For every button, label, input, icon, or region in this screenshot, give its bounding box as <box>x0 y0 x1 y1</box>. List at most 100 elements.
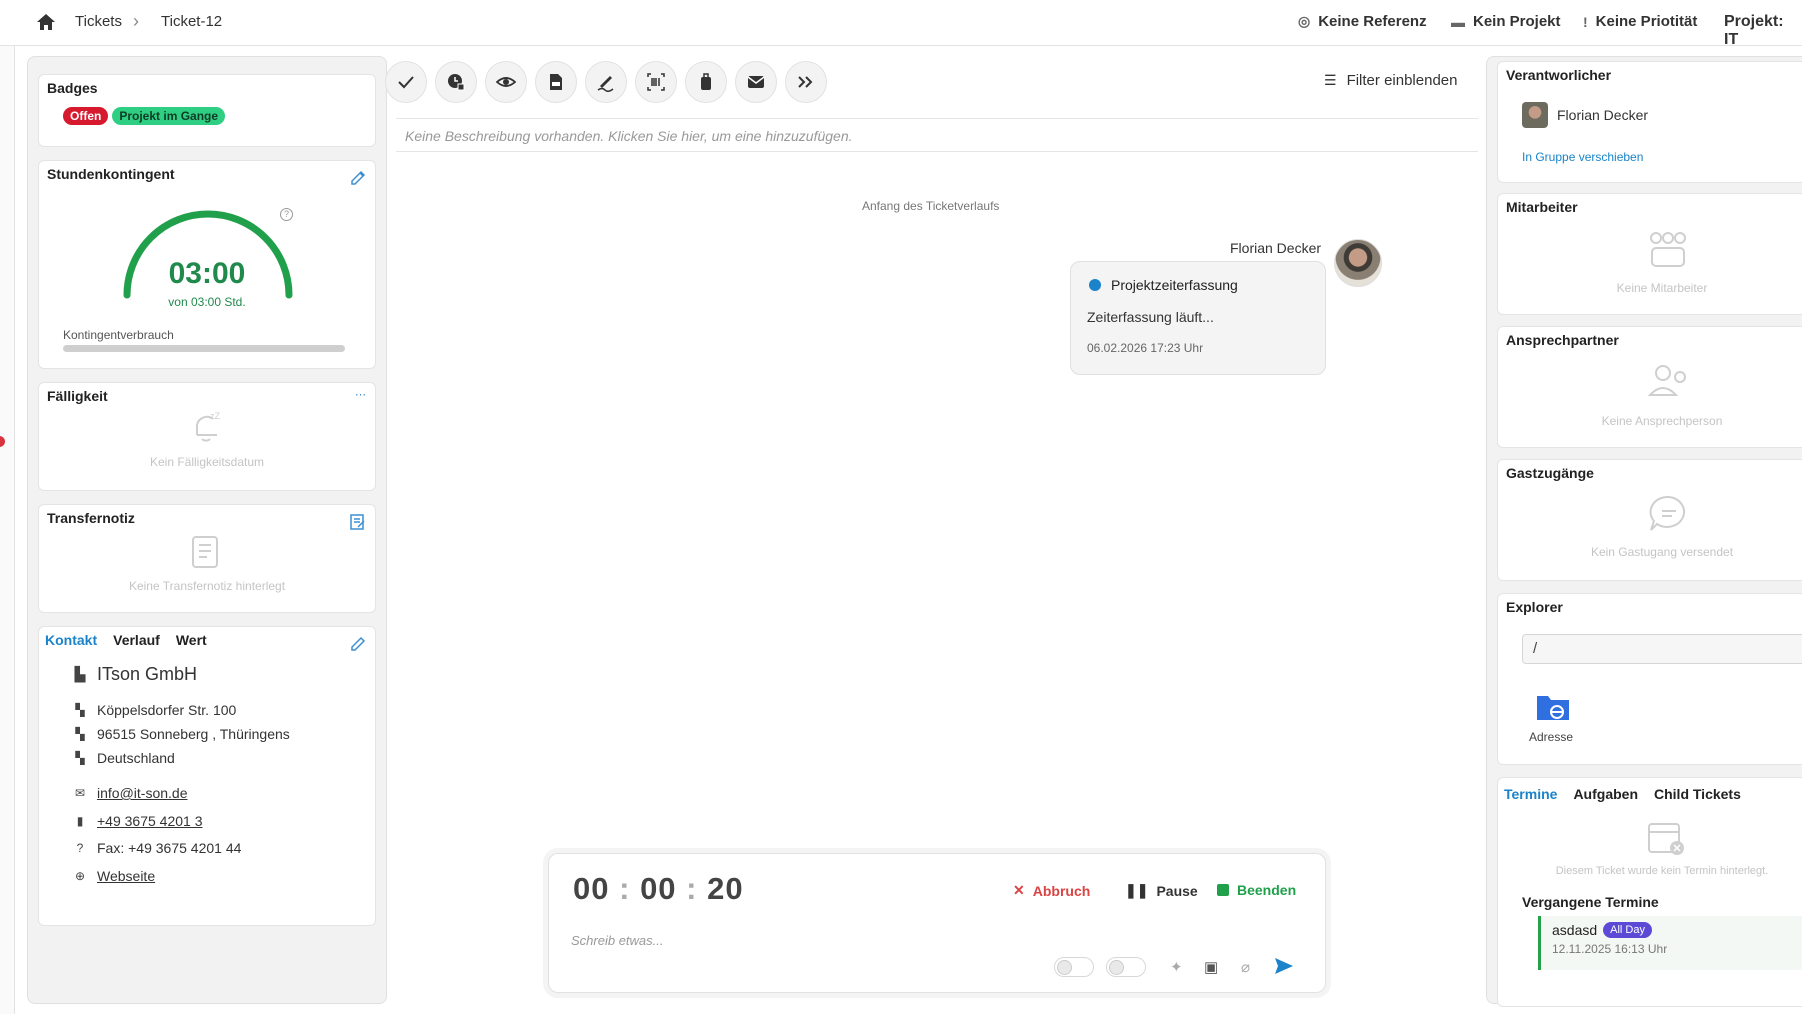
signature-button[interactable] <box>585 61 627 103</box>
chevron-right-icon: › <box>133 11 139 31</box>
fingerprint-icon: ◎ <box>1298 13 1311 29</box>
tab-value[interactable]: Wert <box>176 632 207 648</box>
guest-title: Gastzugänge <box>1504 465 1596 481</box>
move-to-group-link[interactable]: In Gruppe verschieben <box>1522 150 1643 164</box>
message-author: Florian Decker <box>1230 240 1322 256</box>
email-link[interactable]: info@it-son.de <box>97 785 187 801</box>
guest-access-card: Gastzugänge Kein Gastugang versendet <box>1497 459 1802 581</box>
status-badge-project[interactable]: Projekt im Gange <box>112 107 226 125</box>
fax: Fax: +49 3675 4201 44 <box>97 840 242 856</box>
appointment-date: 12.11.2025 16:13 Uhr <box>1552 942 1668 956</box>
explorer-card: Explorer / Adresse <box>1497 593 1802 765</box>
complete-button[interactable] <box>385 61 427 103</box>
edit-icon[interactable] <box>349 169 367 187</box>
website-link[interactable]: Webseite <box>97 868 155 884</box>
pdf-button[interactable] <box>535 61 577 103</box>
visibility-toggle[interactable] <box>1054 957 1094 977</box>
contact-person-title: Ansprechpartner <box>1504 332 1621 348</box>
internal-toggle[interactable] <box>1106 957 1146 977</box>
reference-label: Keine Referenz <box>1318 13 1427 30</box>
contact-person-card: Ansprechpartner Keine Ansprechperson <box>1497 326 1802 448</box>
pause-button[interactable]: ❚❚ Pause <box>1125 882 1198 899</box>
abort-button[interactable]: ✕ Abbruch <box>1013 882 1090 899</box>
send-icon[interactable] <box>1273 955 1295 977</box>
stopwatch-icon <box>1089 279 1101 291</box>
reference-selector[interactable]: ◎ Keine Referenz <box>1298 13 1427 30</box>
barcode-icon <box>647 73 665 91</box>
map-icon: ▚ <box>75 703 85 717</box>
tab-tasks[interactable]: Aufgaben <box>1573 786 1638 802</box>
stop-icon <box>1217 884 1229 896</box>
folder-label[interactable]: Adresse <box>1529 730 1573 744</box>
help-icon[interactable]: ? <box>280 208 293 221</box>
watch-button[interactable] <box>485 61 527 103</box>
email-button[interactable] <box>735 61 777 103</box>
date-picker-icon[interactable]: ⋯ <box>355 388 366 401</box>
priority-selector[interactable]: ! Keine Priotität <box>1583 13 1697 30</box>
quota-title: Stundenkontingent <box>45 166 177 182</box>
timeline-start-label: Anfang des Ticketverlaufs <box>862 199 1000 213</box>
country: Deutschland <box>97 750 175 766</box>
calendar-remove-icon <box>1648 823 1684 855</box>
quota-subtitle: von 03:00 Std. <box>168 295 246 309</box>
phone-icon: ▮ <box>76 814 84 828</box>
badges-card: Badges Offen Projekt im Gange <box>38 74 376 147</box>
message-title: Projektzeiterfassung <box>1111 277 1238 293</box>
city-row: ▚ 96515 Sonneberg , Thüringens <box>73 726 289 742</box>
message-input[interactable]: Schreib etwas... <box>571 933 664 948</box>
street-row: ▚ Köppelsdorfer Str. 100 <box>73 702 236 718</box>
staff-title: Mitarbeiter <box>1504 199 1580 215</box>
avatar <box>1334 239 1382 287</box>
barcode-button[interactable] <box>635 61 677 103</box>
tab-child-tickets[interactable]: Child Tickets <box>1654 786 1741 802</box>
phone-link[interactable]: +49 3675 4201 3 <box>97 813 203 829</box>
sparkle-icon[interactable]: ✦ <box>1170 958 1183 976</box>
usage-label: Kontingentverbrauch <box>63 328 174 342</box>
clipboard-icon <box>192 536 218 568</box>
eye-icon <box>496 77 516 87</box>
check-icon <box>398 76 414 89</box>
edit-icon[interactable] <box>349 635 367 653</box>
path-input[interactable]: / <box>1522 634 1802 664</box>
text-format-icon[interactable]: ▣ <box>1204 958 1218 976</box>
transfer-note-card: Transfernotiz Keine Transfernotiz hinter… <box>38 504 376 613</box>
tab-appointments[interactable]: Termine <box>1504 786 1557 802</box>
note-edit-icon[interactable] <box>349 513 367 531</box>
team-icon <box>1650 232 1686 267</box>
forward-button[interactable] <box>785 61 827 103</box>
explorer-title: Explorer <box>1504 599 1565 615</box>
message-bubble[interactable]: Projektzeiterfassung Zeiterfassung läuft… <box>1070 261 1326 375</box>
folder-icon: ▬ <box>1451 13 1465 30</box>
clock-lock-icon <box>448 74 465 91</box>
breadcrumb-tickets[interactable]: Tickets <box>75 13 122 30</box>
status-badge-open[interactable]: Offen <box>63 107 109 125</box>
paperclip-icon[interactable]: ⌀ <box>1241 958 1250 976</box>
message-body: Zeiterfassung läuft... <box>1087 309 1214 325</box>
quota-time: 03:00 <box>168 257 246 290</box>
project-title: Projekt: IT <box>1724 13 1784 48</box>
hours-quota-card: Stundenkontingent ? 03:00 von 03:00 Std.… <box>38 160 376 369</box>
staff-card: Mitarbeiter Keine Mitarbeiter <box>1497 193 1802 315</box>
luggage-button[interactable] <box>685 61 727 103</box>
svg-text:zZ: zZ <box>210 411 221 421</box>
folder-link-icon[interactable] <box>1535 692 1571 722</box>
time-tracking-button[interactable] <box>435 61 477 103</box>
company-row: ▙ ITson GmbH <box>73 664 197 685</box>
all-day-badge: All Day <box>1603 922 1652 938</box>
owner-name[interactable]: Florian Decker <box>1557 107 1648 123</box>
home-icon[interactable] <box>36 13 56 31</box>
timer-minutes: 00 <box>640 871 677 906</box>
finish-button[interactable]: Beenden <box>1217 882 1296 898</box>
filter-toggle[interactable]: ☰ Filter einblenden <box>1324 72 1457 89</box>
fax-icon: ? <box>76 841 84 855</box>
signature-icon <box>597 76 614 92</box>
tab-history[interactable]: Verlauf <box>113 632 160 648</box>
appointment-item[interactable]: asdasd All Day 12.11.2025 16:13 Uhr <box>1538 916 1802 970</box>
due-title: Fälligkeit <box>45 388 110 404</box>
exclamation-icon: ! <box>1583 13 1588 30</box>
contact-person-empty-text: Keine Ansprechperson <box>1601 414 1723 428</box>
map-icon: ▚ <box>75 727 85 741</box>
description-field[interactable]: Keine Beschreibung vorhanden. Klicken Si… <box>396 118 1478 152</box>
project-selector[interactable]: ▬ Kein Projekt <box>1451 13 1561 30</box>
tab-contact[interactable]: Kontakt <box>45 632 97 648</box>
